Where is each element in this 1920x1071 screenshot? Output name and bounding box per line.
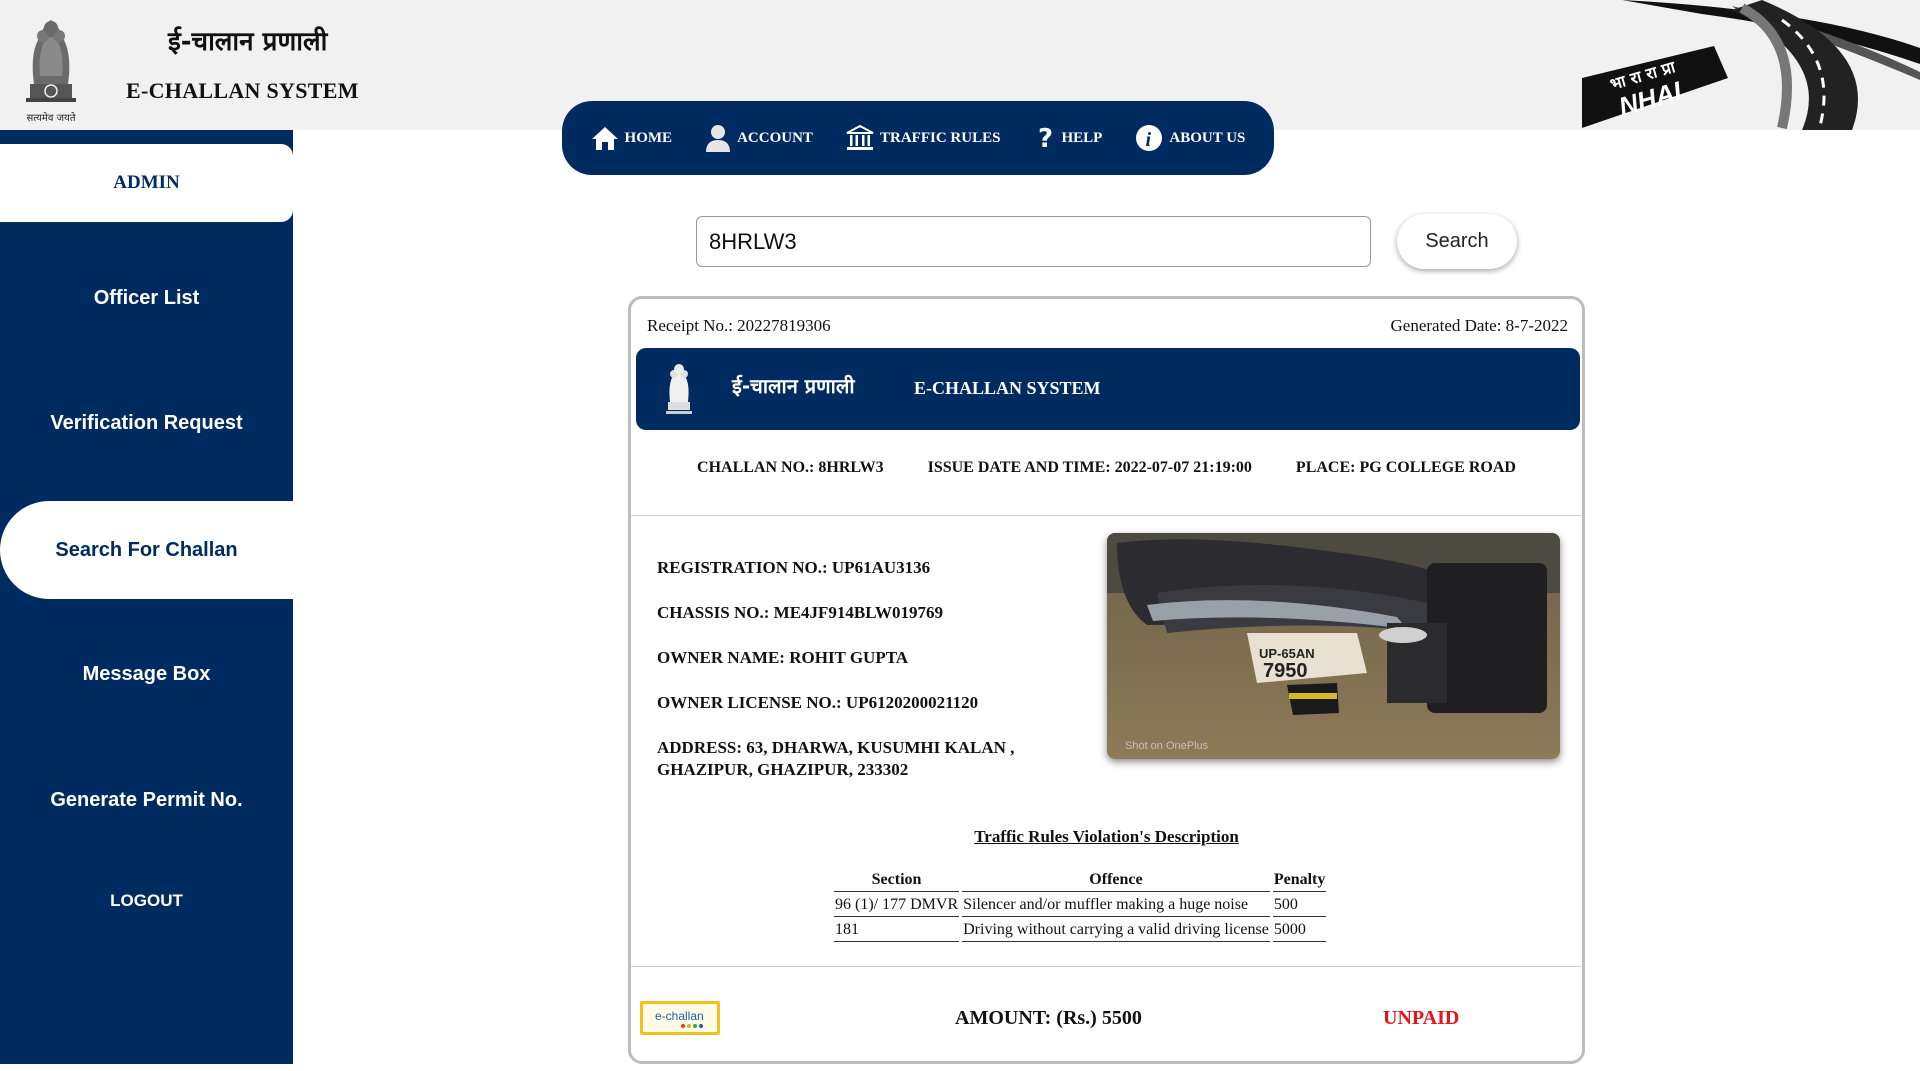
svg-text:?: ?: [1038, 124, 1053, 153]
issue-date-time: ISSUE DATE AND TIME: 2022-07-07 21:19:00: [927, 459, 1252, 476]
payment-status: UNPAID: [1383, 1007, 1460, 1029]
owner-address: ADDRESS: 63, DHARWA, KUSUMHI KALAN , GHA…: [657, 738, 1015, 779]
cell-penalty: 500: [1272, 894, 1327, 917]
owner-name: OWNER NAME: ROHIT GUPTA: [657, 648, 909, 667]
owner-license: OWNER LICENSE NO.: UP6120200021120: [657, 693, 979, 712]
banner-title-hindi: ई-चालान प्रणाली: [732, 374, 855, 398]
chassis-number: CHASSIS NO.: ME4JF914BLW019769: [657, 603, 944, 622]
echallan-logo-text: e-challan: [655, 1009, 704, 1023]
nav-help-label: HELP: [1061, 129, 1103, 146]
svg-text:i: i: [1146, 129, 1152, 151]
generated-date: Generated Date: 8-7-2022: [1390, 316, 1568, 335]
nav-help[interactable]: ? HELP: [1034, 123, 1103, 153]
header-penalty: Penalty: [1272, 869, 1327, 892]
header-section: Section: [834, 869, 960, 892]
nav-about-label: ABOUT US: [1169, 129, 1246, 146]
sidebar-item-search-challan[interactable]: Search For Challan: [0, 501, 293, 599]
bank-icon: [846, 124, 874, 150]
receipt-number: Receipt No.: 20227819306: [647, 316, 831, 335]
table-row: 96 (1)/ 177 DMVR Silencer and/or muffler…: [834, 894, 1327, 917]
challan-place: PLACE: PG COLLEGE ROAD: [1295, 459, 1516, 476]
sidebar-item-generate-permit[interactable]: Generate Permit No.: [0, 789, 293, 812]
plate-number-text: 7950: [1263, 660, 1308, 682]
divider: [631, 966, 1582, 967]
nhai-logo: भा रा रा प्रा NHAI: [1582, 0, 1920, 130]
registration-number: REGISTRATION NO.: UP61AU3136: [657, 558, 931, 577]
sidebar: ADMIN Officer List Verification Request …: [0, 130, 293, 1064]
nav-traffic-rules-label: TRAFFIC RULES: [880, 129, 1001, 146]
cell-offence: Silencer and/or muffler making a huge no…: [962, 894, 1270, 917]
nav-account[interactable]: ACCOUNT: [705, 123, 813, 153]
receipt-banner: ई-चालान प्रणाली E-CHALLAN SYSTEM: [636, 348, 1580, 430]
table-row: 181 Driving without carrying a valid dri…: [834, 919, 1327, 942]
cell-section: 96 (1)/ 177 DMVR: [834, 894, 960, 917]
emblem-motto: सत्यमेव जयते: [26, 113, 76, 124]
question-icon: ?: [1038, 124, 1053, 153]
sidebar-item-verification-request[interactable]: Verification Request: [0, 412, 293, 435]
cell-offence: Driving without carrying a valid driving…: [962, 919, 1270, 942]
nav-home[interactable]: HOME: [591, 124, 673, 152]
nav-about[interactable]: i ABOUT US: [1135, 124, 1245, 152]
challan-search-input[interactable]: [696, 216, 1371, 267]
nav-home-label: HOME: [624, 129, 673, 146]
nav-traffic-rules[interactable]: TRAFFIC RULES: [846, 124, 1000, 152]
total-amount: AMOUNT: (Rs.) 5500: [955, 1007, 1142, 1029]
sidebar-item-logout[interactable]: LOGOUT: [0, 891, 293, 911]
vehicle-photo: UP-65AN 7950 Shot on OnePlus: [1107, 533, 1560, 759]
banner-title-english: E-CHALLAN SYSTEM: [914, 378, 1101, 398]
nav-account-label: ACCOUNT: [737, 129, 813, 146]
header-offence: Offence: [962, 869, 1270, 892]
sidebar-item-message-box[interactable]: Message Box: [0, 663, 293, 686]
challan-number: CHALLAN NO.: 8HRLW3: [697, 459, 884, 476]
cell-section: 181: [834, 919, 960, 942]
violation-table: Section Offence Penalty 96 (1)/ 177 DMVR…: [831, 867, 1329, 944]
photo-watermark: Shot on OnePlus: [1125, 740, 1209, 752]
echallan-logo: e-challan: [640, 1001, 720, 1035]
sidebar-admin[interactable]: ADMIN: [0, 144, 293, 222]
national-emblem-icon: [666, 364, 692, 414]
receipt-top-row: Receipt No.: 20227819306 Generated Date:…: [647, 316, 1568, 336]
user-icon: [706, 125, 731, 152]
divider: [631, 515, 1582, 516]
search-button[interactable]: Search: [1397, 214, 1517, 269]
cell-penalty: 5000: [1272, 919, 1327, 942]
sidebar-item-officer-list[interactable]: Officer List: [0, 287, 293, 310]
challan-info-row: CHALLAN NO.: 8HRLW3 ISSUE DATE AND TIME:…: [631, 459, 1582, 477]
site-title-english: E-CHALLAN SYSTEM: [126, 78, 359, 103]
home-icon: [591, 127, 618, 150]
plate-top-text: UP-65AN: [1259, 646, 1315, 661]
info-icon: i: [1136, 125, 1163, 151]
violation-title: Traffic Rules Violation's Description: [974, 827, 1239, 846]
site-title-hindi: ई-चालान प्रणाली: [168, 27, 328, 57]
main-nav: HOME ACCOUNT TRAFFIC RULES ? HELP i ABOU…: [562, 101, 1274, 175]
challan-receipt: Receipt No.: 20227819306 Generated Date:…: [628, 296, 1585, 1064]
national-emblem-logo: सत्यमेव जयते: [16, 6, 86, 124]
vehicle-details: REGISTRATION NO.: UP61AU3136 CHASSIS NO.…: [657, 557, 1077, 804]
